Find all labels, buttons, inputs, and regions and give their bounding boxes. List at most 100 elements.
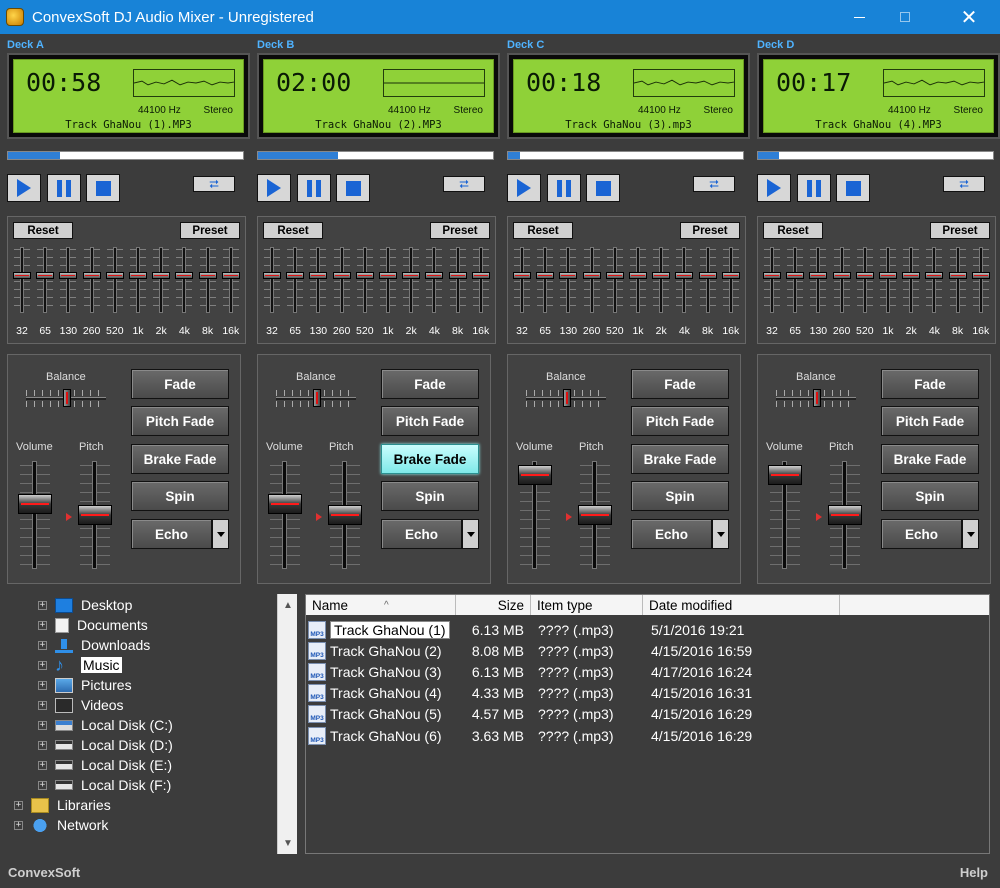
brake-fade-button[interactable]: Brake Fade — [881, 444, 979, 474]
eq-knob[interactable] — [471, 272, 490, 279]
pitch-slider[interactable] — [78, 461, 112, 569]
eq-reset-button[interactable]: Reset — [763, 222, 823, 239]
tree-item[interactable]: + Local Disk (E:) — [38, 755, 172, 775]
eq-slider-32[interactable] — [263, 245, 281, 315]
pitch-knob[interactable] — [828, 505, 862, 525]
tree-item[interactable]: + Local Disk (C:) — [38, 715, 173, 735]
play-button[interactable] — [7, 174, 41, 202]
eq-reset-button[interactable]: Reset — [263, 222, 323, 239]
fade-button[interactable]: Fade — [631, 369, 729, 399]
file-row[interactable]: MP3 Track GhaNou (5) 4.57 MB ???? (.mp3)… — [306, 704, 989, 725]
eq-knob[interactable] — [809, 272, 828, 279]
tree-item[interactable]: + Libraries — [14, 795, 111, 815]
spin-button[interactable]: Spin — [381, 481, 479, 511]
eq-slider-1k[interactable] — [129, 245, 147, 315]
loop-button[interactable]: ⮂ — [943, 176, 985, 192]
play-button[interactable] — [507, 174, 541, 202]
echo-dropdown-button[interactable] — [462, 519, 479, 549]
eq-knob[interactable] — [286, 272, 305, 279]
tree-item[interactable]: + Network — [14, 815, 108, 835]
file-row[interactable]: MP3 Track GhaNou (1) 6.13 MB ???? (.mp3)… — [306, 619, 989, 640]
eq-slider-4k[interactable] — [925, 245, 944, 315]
pitch-knob[interactable] — [328, 505, 362, 525]
pitch-knob[interactable] — [78, 505, 112, 525]
eq-knob[interactable] — [652, 272, 671, 279]
pitch-fade-button[interactable]: Pitch Fade — [131, 406, 229, 436]
eq-knob[interactable] — [59, 272, 78, 279]
pause-button[interactable] — [47, 174, 81, 202]
volume-slider[interactable] — [18, 461, 52, 569]
volume-slider[interactable] — [518, 461, 552, 569]
title-bar[interactable]: ConvexSoft DJ Audio Mixer - Unregistered… — [0, 0, 1000, 34]
file-row[interactable]: MP3 Track GhaNou (2) 8.08 MB ???? (.mp3)… — [306, 640, 989, 661]
scroll-thumb[interactable] — [281, 614, 295, 694]
pause-button[interactable] — [547, 174, 581, 202]
eq-knob[interactable] — [309, 272, 328, 279]
eq-slider-32[interactable] — [13, 245, 31, 315]
eq-knob[interactable] — [513, 272, 531, 279]
pause-button[interactable] — [797, 174, 831, 202]
spin-button[interactable]: Spin — [131, 481, 229, 511]
eq-knob[interactable] — [221, 272, 240, 279]
brake-fade-button[interactable]: Brake Fade — [131, 444, 229, 474]
eq-knob[interactable] — [129, 272, 147, 279]
fade-button[interactable]: Fade — [381, 369, 479, 399]
pitch-knob[interactable] — [578, 505, 612, 525]
eq-knob[interactable] — [559, 272, 578, 279]
echo-dropdown-button[interactable] — [212, 519, 229, 549]
echo-button[interactable]: Echo — [131, 519, 212, 549]
eq-preset-button[interactable]: Preset — [180, 222, 240, 239]
eq-slider-16k[interactable] — [721, 245, 740, 315]
eq-slider-520[interactable] — [355, 245, 374, 315]
eq-slider-65[interactable] — [786, 245, 805, 315]
echo-dropdown-button[interactable] — [962, 519, 979, 549]
eq-knob[interactable] — [855, 272, 874, 279]
eq-knob[interactable] — [698, 272, 717, 279]
balance-knob[interactable] — [563, 389, 571, 407]
file-list[interactable]: Name ^ Size Item type Date modified MP3 T… — [305, 594, 990, 854]
eq-knob[interactable] — [675, 272, 694, 279]
column-header-date[interactable]: Date modified — [643, 595, 840, 615]
column-header-name[interactable]: Name ^ — [306, 595, 456, 615]
eq-knob[interactable] — [355, 272, 374, 279]
eq-knob[interactable] — [721, 272, 740, 279]
eq-slider-2k[interactable] — [402, 245, 421, 315]
brake-fade-button[interactable]: Brake Fade — [631, 444, 729, 474]
eq-slider-2k[interactable] — [152, 245, 171, 315]
echo-button[interactable]: Echo — [631, 519, 712, 549]
pitch-slider[interactable] — [328, 461, 362, 569]
expand-icon[interactable]: + — [38, 600, 47, 610]
eq-slider-520[interactable] — [855, 245, 874, 315]
expand-icon[interactable]: + — [14, 800, 23, 810]
eq-knob[interactable] — [582, 272, 601, 279]
play-button[interactable] — [257, 174, 291, 202]
position-progress-bar[interactable] — [7, 151, 244, 160]
spin-button[interactable]: Spin — [881, 481, 979, 511]
expand-icon[interactable]: + — [38, 660, 47, 670]
balance-slider[interactable] — [526, 389, 606, 407]
eq-slider-32[interactable] — [763, 245, 781, 315]
tree-item[interactable]: + Downloads — [38, 635, 150, 655]
play-button[interactable] — [757, 174, 791, 202]
expand-icon[interactable]: + — [38, 620, 47, 630]
eq-slider-32[interactable] — [513, 245, 531, 315]
eq-preset-button[interactable]: Preset — [680, 222, 740, 239]
stop-button[interactable] — [586, 174, 620, 202]
eq-preset-button[interactable]: Preset — [430, 222, 490, 239]
maximize-button[interactable] — [882, 0, 928, 34]
balance-slider[interactable] — [26, 389, 106, 407]
file-row[interactable]: MP3 Track GhaNou (4) 4.33 MB ???? (.mp3)… — [306, 683, 989, 704]
eq-slider-260[interactable] — [582, 245, 601, 315]
expand-icon[interactable]: + — [38, 760, 47, 770]
eq-knob[interactable] — [763, 272, 781, 279]
position-progress-bar[interactable] — [507, 151, 744, 160]
eq-knob[interactable] — [198, 272, 217, 279]
brake-fade-button[interactable]: Brake Fade — [381, 444, 479, 474]
eq-knob[interactable] — [948, 272, 967, 279]
eq-knob[interactable] — [925, 272, 944, 279]
eq-knob[interactable] — [832, 272, 851, 279]
eq-slider-130[interactable] — [309, 245, 328, 315]
eq-reset-button[interactable]: Reset — [513, 222, 573, 239]
eq-knob[interactable] — [332, 272, 351, 279]
column-header-size[interactable]: Size — [456, 595, 531, 615]
